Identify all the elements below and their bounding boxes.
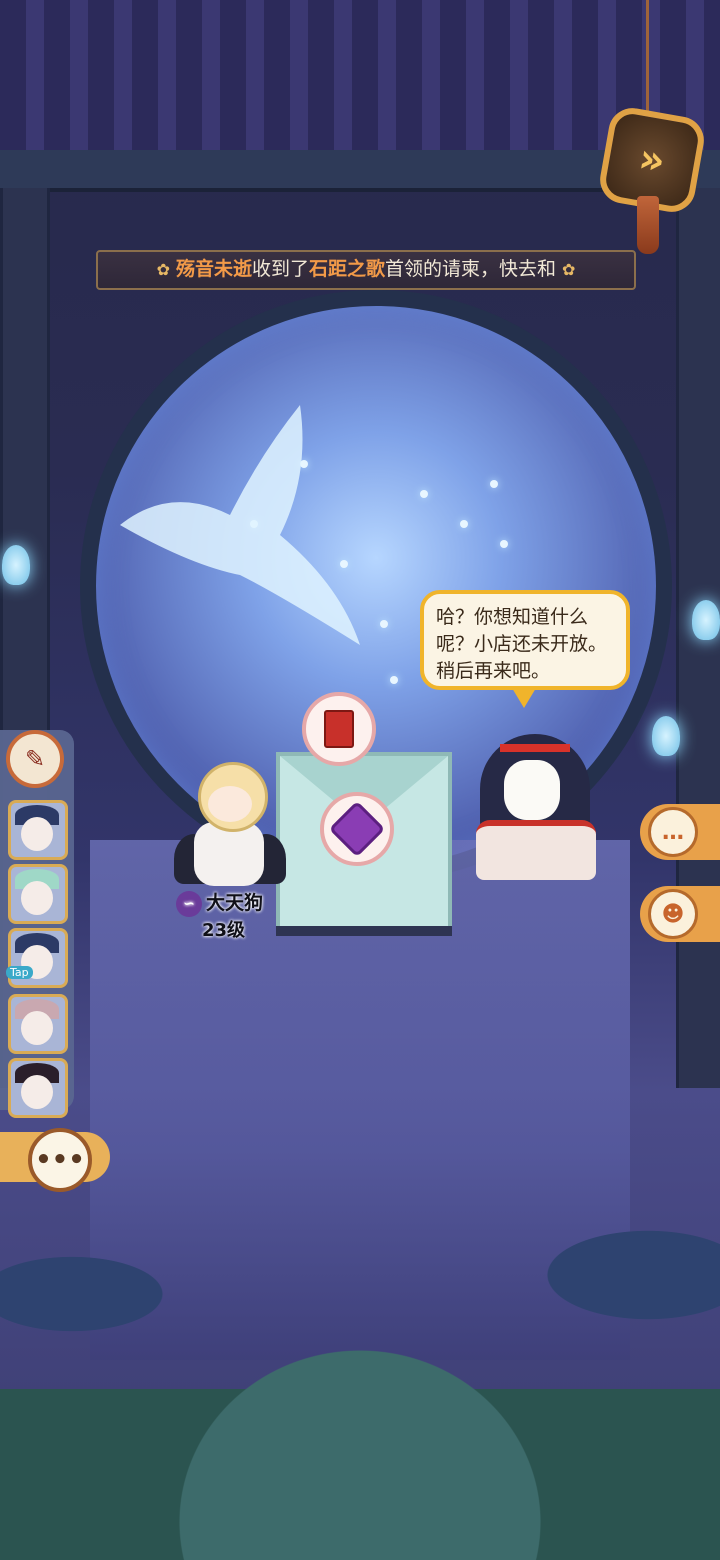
- star: [420, 490, 428, 498]
- player-name: 大天狗: [206, 892, 264, 914]
- star: [500, 540, 508, 548]
- red-book-icon: [324, 710, 354, 748]
- purple-cube-icon: [328, 800, 386, 858]
- purple-rank-icon: ∽: [176, 890, 202, 917]
- avatar-face: [21, 1011, 53, 1045]
- banner-rest: 首领的请柬，快去和: [385, 258, 557, 280]
- foreground-plants: [0, 1180, 720, 1560]
- friend-avatar[interactable]: [8, 994, 68, 1054]
- avatar-face: [21, 817, 53, 851]
- scroll-quill-button[interactable]: ✎: [6, 730, 64, 788]
- chat-bubble-icon: …: [648, 807, 698, 857]
- npc-headband: [500, 744, 570, 752]
- speech-bubble-tail: [512, 688, 536, 708]
- npc-face: [504, 760, 560, 820]
- banner-mid: 收到了: [251, 258, 309, 280]
- friend-avatar[interactable]: [8, 928, 68, 988]
- invitation-banner[interactable]: ✿ 殇音未逝收到了石距之歌首领的请柬，快去和 ✿: [96, 250, 636, 290]
- star: [490, 480, 498, 488]
- banner-sender: 殇音未逝: [175, 258, 252, 280]
- book-item[interactable]: [302, 692, 376, 766]
- flower-icon: ✿: [156, 260, 170, 279]
- friend-avatar[interactable]: [8, 1058, 68, 1118]
- scroll-quill-icon: ✎: [24, 745, 46, 773]
- player-name-label: ∽ 大天狗: [176, 888, 263, 917]
- character-emote-icon: ☻: [648, 889, 698, 939]
- chat-button[interactable]: …: [640, 804, 720, 860]
- star: [460, 520, 468, 528]
- ellipsis-icon: •••: [35, 1145, 85, 1175]
- character-face: [208, 786, 252, 822]
- lantern: [692, 600, 720, 640]
- friend-avatar[interactable]: [8, 800, 68, 860]
- tassel: [637, 196, 659, 254]
- avatar-face: [21, 1075, 53, 1109]
- banner-boss: 石距之歌: [309, 258, 386, 280]
- manta-spirit: [120, 405, 360, 645]
- lantern: [652, 716, 680, 756]
- lantern: [2, 545, 30, 585]
- cube-item[interactable]: [320, 792, 394, 866]
- star: [380, 620, 388, 628]
- flower-icon: ✿: [562, 260, 576, 279]
- double-chevron-right-icon: »: [635, 135, 669, 185]
- hanging-rope: [646, 0, 649, 114]
- npc-dialog-text: 哈？你想知道什么呢？小店还未开放。稍后再来吧。: [436, 606, 608, 682]
- avatar-face: [21, 881, 53, 915]
- player-character[interactable]: [174, 752, 286, 892]
- npc-speech-bubble: 哈？你想知道什么呢？小店还未开放。稍后再来吧。: [420, 590, 630, 690]
- npc-robe: [476, 820, 596, 880]
- tap-badge: Tap: [6, 966, 33, 979]
- star: [390, 676, 398, 684]
- player-level: 23级: [202, 920, 246, 941]
- more-button[interactable]: •••: [28, 1128, 92, 1192]
- friend-avatar[interactable]: [8, 864, 68, 924]
- emote-button[interactable]: ☻: [640, 886, 720, 942]
- table-base: [276, 926, 452, 936]
- shopkeeper-npc[interactable]: [470, 734, 610, 880]
